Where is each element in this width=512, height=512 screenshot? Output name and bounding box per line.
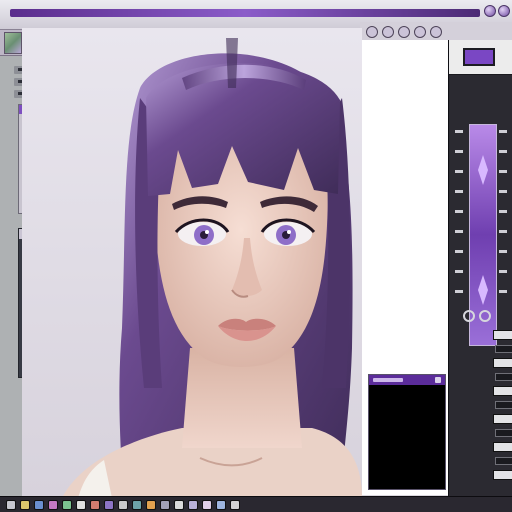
brush-icon[interactable] — [430, 26, 442, 38]
app-icon[interactable] — [62, 500, 72, 510]
app-icon[interactable] — [216, 500, 226, 510]
minimize-icon[interactable] — [484, 5, 496, 17]
view-icon[interactable] — [479, 310, 491, 322]
app-icon[interactable] — [34, 500, 44, 510]
title-stripe — [10, 9, 480, 17]
folder-icon[interactable] — [20, 500, 30, 510]
right-panel — [448, 40, 512, 500]
app-icon[interactable] — [132, 500, 142, 510]
close-icon[interactable] — [435, 377, 441, 383]
key-button[interactable] — [495, 401, 512, 409]
close-icon[interactable] — [498, 5, 510, 17]
color-swatch-button[interactable] — [463, 48, 495, 66]
app-icon[interactable] — [76, 500, 86, 510]
key-button[interactable] — [495, 429, 512, 437]
key-button[interactable] — [493, 386, 512, 396]
app-icon[interactable] — [104, 500, 114, 510]
app-icon[interactable] — [48, 500, 58, 510]
taskbar — [0, 496, 512, 512]
app-icon[interactable] — [230, 500, 240, 510]
view-icon[interactable] — [463, 310, 475, 322]
layer-thumb-icon[interactable] — [4, 32, 22, 54]
app-icon[interactable] — [174, 500, 184, 510]
app-icon[interactable] — [202, 500, 212, 510]
layers-icon[interactable] — [414, 26, 426, 38]
key-button[interactable] — [493, 330, 512, 340]
key-button[interactable] — [493, 358, 512, 368]
info-icon[interactable] — [398, 26, 410, 38]
history-icon[interactable] — [382, 26, 394, 38]
navigator-panel[interactable] — [368, 374, 446, 490]
app-icon[interactable] — [146, 500, 156, 510]
image-canvas[interactable] — [22, 28, 362, 498]
app-icon[interactable] — [188, 500, 198, 510]
app-icon[interactable] — [118, 500, 128, 510]
key-button[interactable] — [493, 414, 512, 424]
key-button[interactable] — [495, 345, 512, 353]
right-panel-header — [449, 40, 512, 75]
key-button[interactable] — [495, 457, 512, 465]
portrait-image — [62, 38, 362, 498]
app-icon[interactable] — [90, 500, 100, 510]
settings-icon[interactable] — [366, 26, 378, 38]
key-button[interactable] — [493, 442, 512, 452]
navigator-header — [369, 375, 445, 385]
start-icon[interactable] — [6, 500, 16, 510]
key-button[interactable] — [495, 373, 512, 381]
key-button[interactable] — [493, 470, 512, 480]
app-icon[interactable] — [160, 500, 170, 510]
